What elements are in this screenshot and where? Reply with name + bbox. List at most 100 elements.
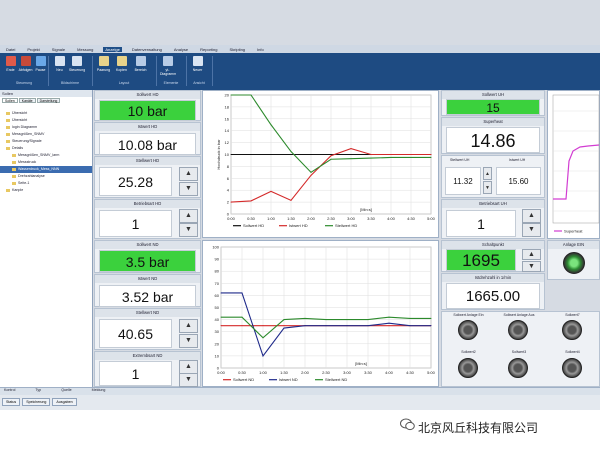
y-tick-label: 6: [227, 176, 230, 181]
stellwert-uh-down-button[interactable]: ▼: [483, 181, 492, 194]
sollwert-hd-title: Sollwert HD: [95, 91, 200, 99]
ribbon-button-8[interactable]: yt-Diagramm: [160, 56, 176, 77]
betriebsart-hd-up-button[interactable]: ▲: [179, 209, 198, 223]
ribbon-button-0[interactable]: Ende: [3, 56, 18, 77]
knob-title-5: Sollwert3: [511, 350, 527, 354]
sollwert-nd-field[interactable]: 3.5 bar: [99, 250, 196, 272]
schaltpunkt-field[interactable]: 1695: [446, 249, 516, 271]
menu-item-7[interactable]: Reporting: [198, 47, 219, 52]
menu-item-3[interactable]: Messung: [75, 47, 95, 52]
data-point: [230, 154, 232, 155]
betriebsart-nd-field[interactable]: 1: [99, 361, 172, 386]
stellwert-uh-field[interactable]: 11.32: [445, 167, 481, 195]
menu-item-8[interactable]: Skripting: [227, 47, 247, 52]
menu-item-9[interactable]: Info: [255, 47, 266, 52]
x-tick-label: 2:00: [307, 216, 316, 221]
betriebsart-hd-field[interactable]: 1: [99, 210, 172, 237]
stellwert-hd-up-button[interactable]: ▲: [179, 167, 198, 181]
folder-icon: [6, 188, 10, 192]
tree-item[interactable]: Steuerung/Signale: [0, 138, 92, 145]
betriebsart-nd-up-button[interactable]: ▲: [179, 360, 198, 374]
hd-chart[interactable]: 024681012141618200:00 0:30 1:00 1:30 2:00 2:3…: [203, 91, 438, 237]
schaltpunkt-down-button[interactable]: ▼: [522, 261, 541, 272]
schaltpunkt-up-button[interactable]: ▲: [522, 249, 541, 260]
x-tick-label: 0:00: [227, 216, 236, 221]
nd-chart[interactable]: 01020304050607080901000:00 0:30 1:00 1:30 2:…: [203, 241, 438, 386]
betriebsart-nd-down-button[interactable]: ▼: [179, 373, 198, 387]
sollwert2-knob[interactable]: [458, 358, 478, 378]
ribbon-button-6[interactable]: Kopien: [114, 56, 129, 77]
sollwert4-knob[interactable]: [562, 358, 582, 378]
ribbon-button-5[interactable]: Paarung: [96, 56, 111, 77]
sollwert-uh-field[interactable]: 15: [446, 99, 540, 115]
tree-item-label: Seite-1: [18, 181, 30, 185]
tree-tab-kanaele[interactable]: Kanäle: [18, 98, 36, 103]
folder-icon: [12, 160, 16, 164]
betriebsart-hd-down-button[interactable]: ▼: [179, 223, 198, 237]
tree-tab-darstellung[interactable]: Darstellung: [36, 98, 61, 103]
tab-ausgaben[interactable]: Ausgaben: [52, 398, 77, 406]
tree-item[interactable]: login Diagramm: [0, 124, 92, 131]
tree-item[interactable]: Kanple: [0, 187, 92, 194]
stellwert-hd-field[interactable]: 25.28: [99, 167, 172, 196]
data-point: [430, 156, 432, 158]
stellwert-nd-down-button[interactable]: ▼: [179, 334, 198, 348]
stellwert-uh-title: Stellwert UH: [450, 158, 470, 162]
sollwert-anlage-aus-knob[interactable]: [508, 320, 528, 340]
data-point: [250, 94, 252, 96]
sollwert3-knob[interactable]: [508, 358, 528, 378]
menu-item-0[interactable]: Datei: [4, 47, 17, 52]
ribbon-button-3[interactable]: Neu: [52, 56, 67, 77]
sollwert7-knob[interactable]: [562, 320, 582, 340]
tree-item[interactable]: Seite-1: [0, 180, 92, 187]
y-axis-label: Hochdruck in bar: [216, 139, 221, 170]
superheat-chart[interactable]: Superheat: [548, 91, 600, 240]
ribbon-button-1[interactable]: Abfolgen: [18, 56, 33, 77]
stellwert-nd-up-button[interactable]: ▲: [179, 319, 198, 333]
menu-item-2[interactable]: Signale: [50, 47, 67, 52]
tree-item[interactable]: Messgrößen_SNMV: [0, 131, 92, 138]
msg-col-meldung: Meldung: [91, 388, 106, 392]
folder-icon: [12, 181, 16, 185]
stellwert-uh-panel: Stellwert UH Istwert UH 11.32 ▲ ▼ 15.60: [441, 155, 545, 198]
ribbon-button-2[interactable]: Pause: [33, 56, 48, 77]
stellwert-nd-field[interactable]: 40.65: [99, 319, 172, 348]
message-panel: Kontrol Typ Quelle Meldung Status Speich…: [0, 387, 600, 410]
menu-item-4[interactable]: Anzeige: [103, 46, 122, 52]
tree-item[interactable]: Drehzahlanalyse: [0, 173, 92, 180]
ribbon-button-4[interactable]: Steuerung: [69, 56, 85, 77]
betriebsart-uh-down-button[interactable]: ▼: [522, 223, 541, 237]
stellwert-hd-down-button[interactable]: ▼: [179, 182, 198, 196]
legend-label: Superheat: [564, 229, 583, 234]
data-point: [290, 199, 292, 201]
sollwert-hd-field[interactable]: 10 bar: [99, 100, 196, 121]
ribbon-group-label: Elemente: [163, 81, 179, 85]
tree-item[interactable]: Details: [0, 145, 92, 152]
betriebsart-uh-field[interactable]: 1: [446, 210, 516, 237]
tree-item[interactable]: Wasserdruck_Mess_NNN: [0, 166, 92, 173]
data-point: [350, 154, 352, 155]
tree-tab-sollen[interactable]: Sollen: [2, 98, 18, 103]
tree-item[interactable]: Messgrößen_SNMV_larm: [0, 152, 92, 159]
ribbon-button-9[interactable]: Neuer: [190, 56, 205, 77]
tree-item[interactable]: Übersicht: [0, 110, 92, 117]
tree-item[interactable]: Messstruck: [0, 159, 92, 166]
sollwert-nd-panel: Sollwert ND 3.5 bar: [94, 240, 201, 273]
knob-title-1: Sollwert Anlage Ein: [453, 313, 484, 317]
menu-item-5[interactable]: Datenverwaltung: [130, 47, 164, 52]
ribbon-button-7[interactable]: Bereich: [133, 56, 148, 77]
stellwert-uh-up-button[interactable]: ▲: [483, 167, 492, 180]
data-point: [241, 316, 243, 318]
betriebsart-uh-title: Betriebsart UH: [442, 200, 544, 208]
data-point: [388, 325, 390, 327]
menu-item-1[interactable]: Projekt: [25, 47, 41, 52]
betriebsart-hd-panel: Betriebsart HD 1 ▲ ▼: [94, 199, 201, 239]
tab-speicherung[interactable]: Speicherung: [22, 398, 51, 406]
sollwert-anlage-ein-knob[interactable]: [458, 320, 478, 340]
betriebsart-uh-up-button[interactable]: ▲: [522, 209, 541, 223]
data-point: [310, 174, 312, 176]
tab-status[interactable]: Status: [2, 398, 21, 406]
data-point: [330, 154, 332, 155]
tree-item[interactable]: Übersicht: [0, 117, 92, 124]
menu-item-6[interactable]: Analyse: [172, 47, 190, 52]
